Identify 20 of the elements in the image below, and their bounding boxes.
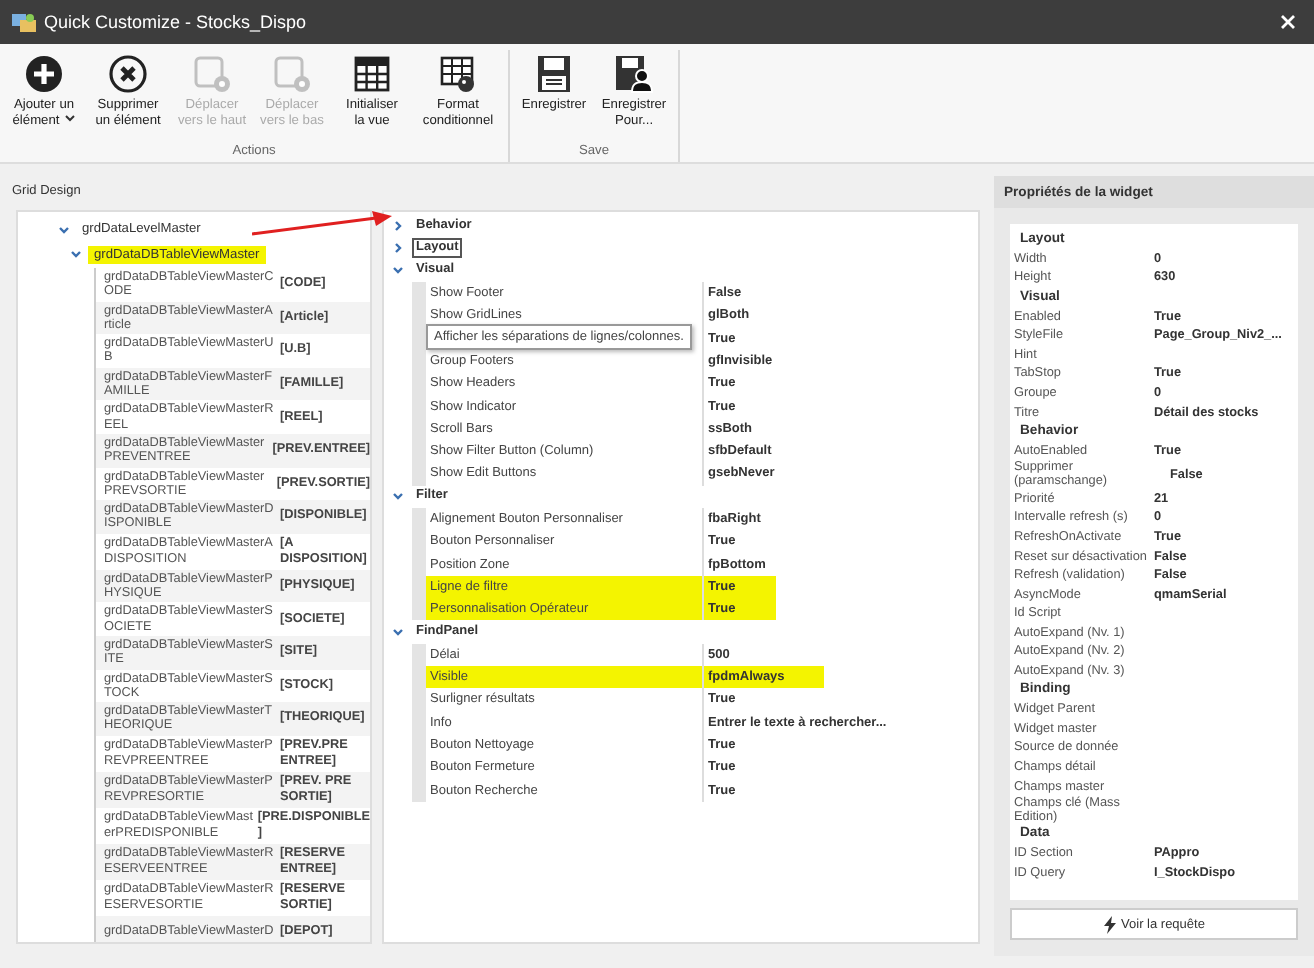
- caret-icon[interactable]: [392, 625, 404, 638]
- close-icon: [108, 54, 148, 94]
- caret-icon[interactable]: [392, 241, 404, 254]
- caret-icon[interactable]: [392, 219, 404, 232]
- pointer-arrow: [252, 210, 392, 238]
- app-icon: [12, 11, 36, 33]
- lightning-icon: [1103, 915, 1116, 933]
- plus-icon: [24, 54, 64, 94]
- move-icon: [192, 54, 232, 94]
- table-icon: [352, 54, 392, 94]
- caret-icon[interactable]: [392, 490, 404, 503]
- floppy-icon: [534, 54, 574, 94]
- caret-icon[interactable]: [58, 223, 70, 235]
- caret-icon[interactable]: [70, 248, 82, 260]
- close-icon: [1280, 14, 1296, 30]
- table-palette-icon: [438, 54, 478, 94]
- move-icon: [272, 54, 312, 94]
- floppy-user-icon: [614, 54, 654, 94]
- window-title: Quick Customize - Stocks_Dispo: [44, 12, 309, 32]
- caret-icon[interactable]: [392, 264, 404, 277]
